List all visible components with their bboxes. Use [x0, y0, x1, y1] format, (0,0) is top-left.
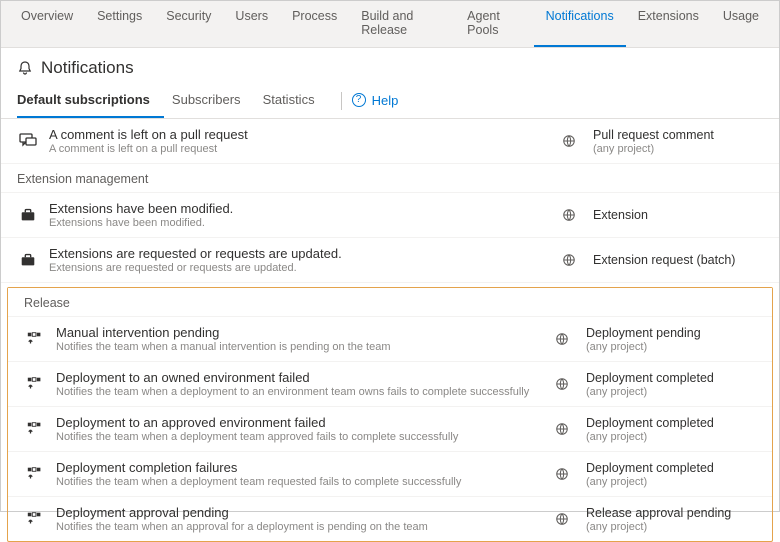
category-cell: Extension request (batch) [593, 253, 763, 267]
help-label: Help [372, 93, 399, 108]
tab-agent-pools[interactable]: Agent Pools [455, 1, 533, 47]
globe-icon [562, 253, 576, 267]
category-scope: (any project) [586, 386, 756, 398]
category-label: Deployment pending [586, 326, 756, 340]
subscription-title: Manual intervention pending [56, 325, 538, 340]
globe-icon [555, 377, 569, 391]
page-title: Notifications [41, 58, 134, 78]
category-cell: Pull request comment (any project) [593, 128, 763, 155]
deployment-icon [24, 330, 46, 348]
subscription-row[interactable]: Deployment to an owned environment faile… [8, 362, 772, 407]
tab-extensions[interactable]: Extensions [626, 1, 711, 47]
globe-icon [562, 208, 576, 222]
subscription-row[interactable]: Deployment to an approved environment fa… [8, 407, 772, 452]
divider [341, 92, 342, 110]
subtab-subscribers[interactable]: Subscribers [172, 84, 255, 118]
tab-build-release[interactable]: Build and Release [349, 1, 455, 47]
subscription-desc: Notifies the team when a deployment team… [56, 476, 538, 488]
comment-icon [17, 131, 39, 151]
sub-nav: Default subscriptions Subscribers Statis… [1, 84, 779, 119]
subtab-default-subscriptions[interactable]: Default subscriptions [17, 84, 164, 118]
section-header-extension: Extension management [1, 164, 779, 193]
tab-usage[interactable]: Usage [711, 1, 771, 47]
subscription-title: Deployment completion failures [56, 460, 538, 475]
subscription-desc: Notifies the team when a deployment team… [56, 431, 538, 443]
subscription-row[interactable]: A comment is left on a pull request A co… [1, 119, 779, 164]
tab-users[interactable]: Users [223, 1, 280, 47]
category-label: Extension request (batch) [593, 253, 763, 267]
subscription-text: A comment is left on a pull request A co… [49, 127, 545, 155]
subscription-desc: Notifies the team when a manual interven… [56, 341, 538, 353]
category-label: Extension [593, 208, 763, 222]
tab-security[interactable]: Security [154, 1, 223, 47]
briefcase-icon [17, 251, 39, 269]
deployment-icon [24, 420, 46, 438]
category-scope: (any project) [586, 476, 756, 488]
page-header: Notifications [1, 48, 779, 84]
category-scope: (any project) [586, 431, 756, 443]
subscription-desc: Extensions are requested or requests are… [49, 262, 545, 274]
category-cell: Extension [593, 208, 763, 222]
tab-process[interactable]: Process [280, 1, 349, 47]
category-label: Deployment completed [586, 416, 756, 430]
deployment-icon [24, 375, 46, 393]
category-label: Deployment completed [586, 461, 756, 475]
subscription-desc: Extensions have been modified. [49, 217, 545, 229]
subscription-title: A comment is left on a pull request [49, 127, 545, 142]
category-label: Pull request comment [593, 128, 763, 142]
globe-icon [555, 332, 569, 346]
subscription-row[interactable]: Extensions are requested or requests are… [1, 238, 779, 283]
category-label: Release approval pending [586, 506, 756, 520]
subtab-statistics[interactable]: Statistics [263, 84, 329, 118]
globe-icon [555, 467, 569, 481]
globe-icon [555, 512, 569, 526]
category-scope: (any project) [586, 341, 756, 353]
tab-overview[interactable]: Overview [9, 1, 85, 47]
subscription-row[interactable]: Extensions have been modified. Extension… [1, 193, 779, 238]
globe-icon [555, 422, 569, 436]
subscription-title: Deployment approval pending [56, 505, 538, 520]
category-scope: (any project) [586, 521, 756, 533]
deployment-icon [24, 465, 46, 483]
subscription-text: Extensions have been modified. Extension… [49, 201, 545, 229]
subscription-row[interactable]: Manual intervention pendingNotifies the … [8, 317, 772, 362]
subscription-list: A comment is left on a pull request A co… [1, 119, 779, 542]
subscription-title: Extensions are requested or requests are… [49, 246, 545, 261]
deployment-icon [24, 510, 46, 528]
subscription-title: Deployment to an approved environment fa… [56, 415, 538, 430]
subscription-title: Extensions have been modified. [49, 201, 545, 216]
delivery-icon-cell [555, 134, 583, 148]
category-scope: (any project) [593, 143, 763, 155]
subscription-row[interactable]: Deployment completion failuresNotifies t… [8, 452, 772, 497]
subscription-row[interactable]: Deployment approval pendingNotifies the … [8, 497, 772, 541]
subscription-desc: Notifies the team when a deployment to a… [56, 386, 538, 398]
bell-icon [17, 60, 33, 76]
tab-notifications[interactable]: Notifications [534, 1, 626, 47]
help-icon: ? [352, 93, 366, 107]
help-link[interactable]: ? Help [352, 93, 399, 110]
release-section-highlight: Release Manual intervention pendingNotif… [7, 287, 773, 542]
section-header-release: Release [8, 288, 772, 317]
briefcase-icon [17, 206, 39, 224]
category-label: Deployment completed [586, 371, 756, 385]
subscription-title: Deployment to an owned environment faile… [56, 370, 538, 385]
top-nav: Overview Settings Security Users Process… [1, 1, 779, 48]
subscription-desc: A comment is left on a pull request [49, 143, 545, 155]
subscription-desc: Notifies the team when an approval for a… [56, 521, 538, 533]
subscription-text: Extensions are requested or requests are… [49, 246, 545, 274]
globe-icon [562, 134, 576, 148]
tab-settings[interactable]: Settings [85, 1, 154, 47]
